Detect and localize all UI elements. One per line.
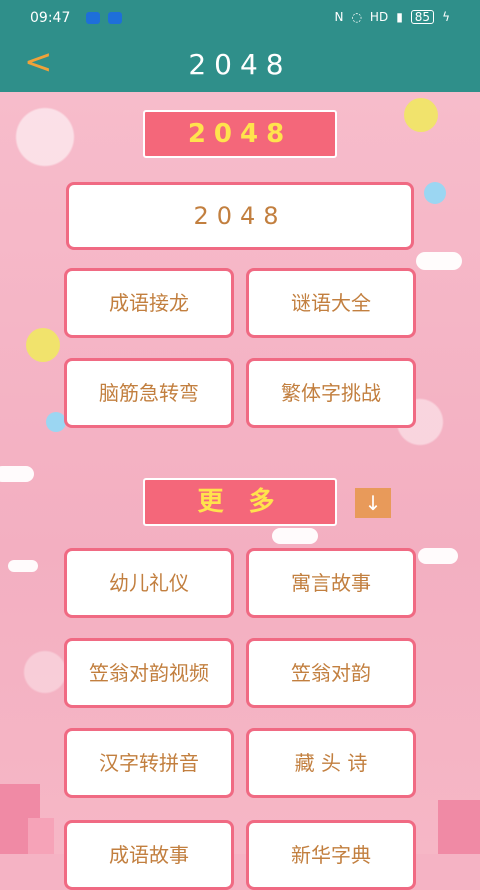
button-riddles[interactable]: 谜语大全: [246, 268, 416, 338]
notification-icon: [86, 12, 100, 24]
button-child-etiquette[interactable]: 幼儿礼仪: [64, 548, 234, 618]
cloud-decoration: [8, 560, 38, 572]
cloud-decoration: [272, 528, 318, 544]
button-pinyin[interactable]: 汉字转拼音: [64, 728, 234, 798]
button-traditional-chars[interactable]: 繁体字挑战: [246, 358, 416, 428]
nfc-icon: N: [334, 10, 344, 24]
button-liweng[interactable]: 笠翁对韵: [246, 638, 416, 708]
button-idiom-chain[interactable]: 成语接龙: [64, 268, 234, 338]
vibrate-icon: ◌: [351, 10, 362, 24]
house-decoration: [438, 800, 480, 854]
status-time: 09:47: [30, 10, 71, 26]
content-background: 2048 2048 成语接龙 谜语大全 脑筋急转弯 繁体字挑战 更 多 ↓ 幼儿…: [0, 92, 480, 890]
balloon-decoration: [46, 412, 66, 432]
button-idiom-stories[interactable]: 成语故事: [64, 820, 234, 890]
balloon-decoration: [404, 98, 438, 132]
button-brain-teasers[interactable]: 脑筋急转弯: [64, 358, 234, 428]
battery-icon: 85: [410, 10, 435, 24]
button-liweng-video[interactable]: 笠翁对韵视频: [64, 638, 234, 708]
section-header-2048: 2048: [143, 110, 337, 158]
page-title: 2048: [188, 48, 292, 81]
featured-button-2048[interactable]: 2048: [66, 182, 414, 250]
house-decoration: [28, 818, 54, 854]
section-header-more: 更 多: [143, 478, 337, 526]
status-bar: 09:47 N ◌ HD ▮ 85 ϟ: [0, 0, 480, 36]
balloon-decoration: [26, 328, 60, 362]
cloud-decoration: [416, 252, 462, 270]
balloon-decoration: [424, 182, 446, 204]
cloud-decoration: [418, 548, 458, 564]
app-bar: < 2048: [0, 36, 480, 92]
notification-icon-2: [108, 12, 122, 24]
charging-icon: ϟ: [442, 10, 450, 24]
button-acrostic[interactable]: 藏 头 诗: [246, 728, 416, 798]
expand-down-button[interactable]: ↓: [355, 488, 391, 518]
button-dictionary[interactable]: 新华字典: [246, 820, 416, 890]
button-fables[interactable]: 寓言故事: [246, 548, 416, 618]
cloud-decoration: [0, 466, 34, 482]
status-icons: N ◌ HD ▮ 85 ϟ: [334, 10, 450, 24]
network-label: HD: [369, 10, 389, 24]
signal-icon: ▮: [396, 10, 403, 24]
